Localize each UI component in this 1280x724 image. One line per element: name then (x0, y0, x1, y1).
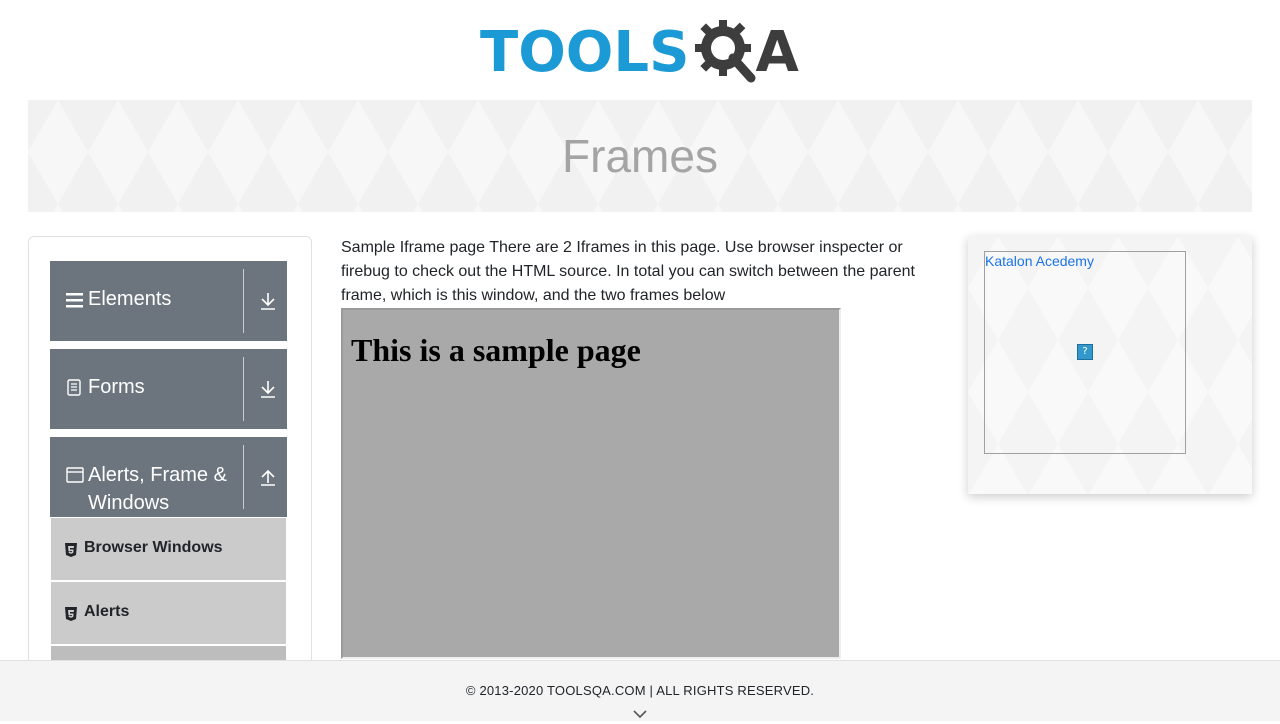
frames-intro-text: Sample Iframe page There are 2 Iframes i… (341, 239, 915, 304)
sidebar-group-label: Forms (88, 376, 145, 398)
sidebar-item-alerts[interactable]: Alerts (51, 582, 286, 645)
sidebar-group-forms[interactable]: Forms (50, 349, 287, 429)
sidebar-item-browser-windows[interactable]: Browser Windows (51, 518, 286, 581)
iframe-heading: This is a sample page (351, 332, 641, 368)
html5-icon (65, 542, 77, 557)
page-banner: Frames (28, 100, 1252, 212)
katalon-academy-link[interactable]: Katalon Acedemy (985, 253, 1094, 269)
sidebar-group-alerts-frame-windows[interactable]: Alerts, Frame & Windows (50, 437, 287, 517)
page-title: Frames (562, 130, 718, 182)
window-icon (66, 467, 84, 485)
sidebar-group-label: Elements (88, 288, 172, 310)
divider (243, 445, 244, 509)
logo-suffix: A (755, 20, 799, 85)
upload-arrow-icon[interactable] (258, 467, 280, 489)
ad-panel: Katalon Acedemy ? (968, 236, 1252, 494)
sample-iframe-1[interactable]: This is a sample page (341, 308, 841, 659)
divider (243, 357, 244, 421)
toolsqa-logo[interactable]: TOOLS A (480, 14, 810, 92)
sidebar: Elements Forms Alerts, Frame & Windows B… (28, 236, 312, 678)
download-arrow-icon[interactable] (258, 291, 280, 313)
chevron-down-icon[interactable] (632, 705, 648, 719)
sidebar-item-label: Browser Windows (84, 539, 223, 556)
divider (243, 269, 244, 333)
download-arrow-icon[interactable] (258, 379, 280, 401)
sidebar-group-elements[interactable]: Elements (50, 261, 287, 341)
footer: © 2013-2020 TOOLSQA.COM | ALL RIGHTS RES… (0, 660, 1280, 721)
sidebar-item-label: Alerts (84, 603, 130, 620)
ad-iframe[interactable]: Katalon Acedemy ? (984, 251, 1186, 454)
document-icon (66, 379, 84, 397)
html5-icon (65, 606, 77, 621)
gear-magnifier-icon (691, 14, 759, 92)
sidebar-group-label: Alerts, Frame & Windows (88, 464, 227, 514)
hamburger-icon (66, 291, 84, 309)
logo-text: TOOLS (480, 20, 690, 85)
broken-image-icon: ? (1077, 344, 1093, 360)
copyright-text: © 2013-2020 TOOLSQA.COM | ALL RIGHTS RES… (465, 683, 815, 698)
